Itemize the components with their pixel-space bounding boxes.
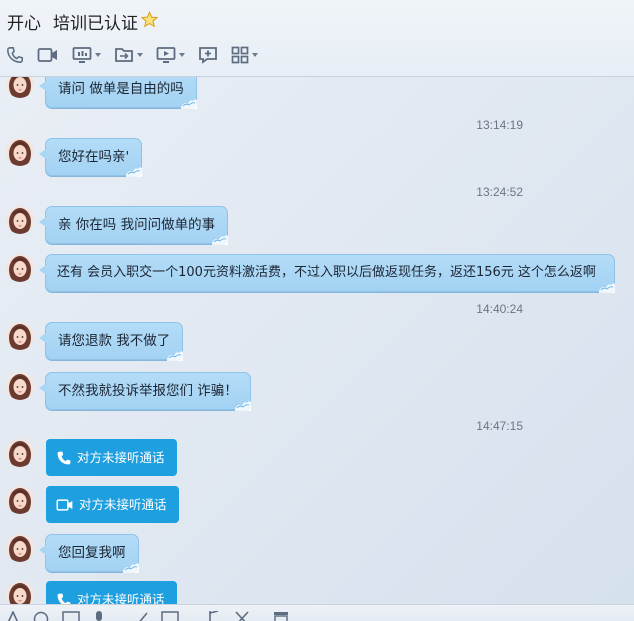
wave-decoration-icon [122, 559, 140, 573]
message-text: 请问 做单是自由的吗 [58, 81, 184, 97]
wave-decoration-icon [211, 231, 229, 245]
file-transfer-button[interactable] [114, 46, 143, 64]
avatar[interactable] [6, 254, 34, 282]
message-bubble[interactable]: 亲 你在吗 我问问做单的事 [45, 206, 228, 244]
contact-name[interactable]: 开心 [7, 9, 41, 34]
wave-decoration-icon [125, 163, 143, 177]
missed-call-card[interactable]: 对方未接听通话 [46, 581, 177, 604]
star-icon [141, 11, 158, 33]
chat-toolbar [6, 44, 271, 66]
call-status-text: 对方未接听通话 [79, 486, 167, 523]
wave-decoration-icon [234, 397, 252, 411]
missed-call-card[interactable]: 对方未接听通话 [46, 439, 177, 476]
wave-decoration-icon [180, 95, 198, 109]
avatar[interactable] [6, 206, 34, 234]
contact-title: 开心 培训已认证 [7, 9, 158, 34]
message-bubble[interactable]: 您好在吗亲' [45, 138, 142, 176]
chevron-down-icon[interactable] [137, 53, 143, 57]
timestamp: 14:40:24 [476, 302, 523, 316]
remote-desktop-button[interactable] [156, 46, 185, 64]
call-status-text: 对方未接听通话 [77, 581, 165, 604]
message-list[interactable]: 请问 做单是自由的吗 13:14:19 您好在吗亲' 13:24:52 亲 你在… [0, 77, 634, 604]
message-text: 不然我就投诉举报您们 诈骗！ [58, 383, 238, 399]
voice-call-button[interactable] [6, 46, 24, 64]
message-bubble[interactable]: 您回复我啊 [45, 534, 139, 572]
wave-decoration-icon [166, 347, 184, 361]
avatar[interactable] [6, 534, 34, 562]
remote-desktop-icon [156, 46, 176, 64]
missed-call-card[interactable]: 对方未接听通话 [46, 486, 179, 523]
message-text: 您好在吗亲' [58, 149, 129, 165]
message-text: 还有 会员入职交一个100元资料激活费，不过入职以后做返现任务，返还156元 这… [57, 265, 596, 280]
chat-header: 开心 培训已认证 [0, 0, 634, 77]
avatar[interactable] [6, 486, 34, 514]
file-transfer-icon [114, 46, 134, 64]
add-app-icon [198, 46, 218, 64]
avatar[interactable] [6, 372, 34, 400]
apps-grid-icon [231, 46, 249, 64]
video-icon [37, 46, 59, 64]
avatar[interactable] [6, 439, 34, 467]
timestamp: 13:24:52 [476, 185, 523, 199]
phone-icon [56, 450, 72, 466]
call-status-text: 对方未接听通话 [77, 439, 165, 476]
avatar[interactable] [6, 138, 34, 166]
message-bubble[interactable]: 还有 会员入职交一个100元资料激活费，不过入职以后做返现任务，返还156元 这… [45, 254, 615, 292]
video-call-button[interactable] [37, 46, 59, 64]
message-text: 请您退款 我不做了 [58, 333, 170, 349]
phone-icon [6, 46, 24, 64]
wave-decoration-icon [598, 279, 616, 293]
add-app-button[interactable] [198, 46, 218, 64]
contact-status: 培训已认证 [53, 9, 138, 34]
message-bubble[interactable]: 请问 做单是自由的吗 [45, 77, 197, 108]
timestamp: 13:14:19 [476, 118, 523, 132]
apps-grid-button[interactable] [231, 46, 258, 64]
screen-share-button[interactable] [72, 46, 101, 64]
screen-share-icon [72, 46, 92, 64]
message-bubble[interactable]: 请您退款 我不做了 [45, 322, 183, 360]
video-icon [56, 497, 74, 513]
avatar[interactable] [6, 77, 34, 98]
message-text: 亲 你在吗 我问问做单的事 [58, 217, 215, 233]
avatar[interactable] [6, 322, 34, 350]
input-toolbar [0, 604, 634, 621]
message-text: 您回复我啊 [58, 545, 126, 561]
phone-icon [56, 592, 72, 605]
avatar[interactable] [6, 581, 34, 604]
chevron-down-icon[interactable] [179, 53, 185, 57]
timestamp: 14:47:15 [476, 419, 523, 433]
message-bubble[interactable]: 不然我就投诉举报您们 诈骗！ [45, 372, 251, 410]
chevron-down-icon[interactable] [252, 53, 258, 57]
chevron-down-icon[interactable] [95, 53, 101, 57]
